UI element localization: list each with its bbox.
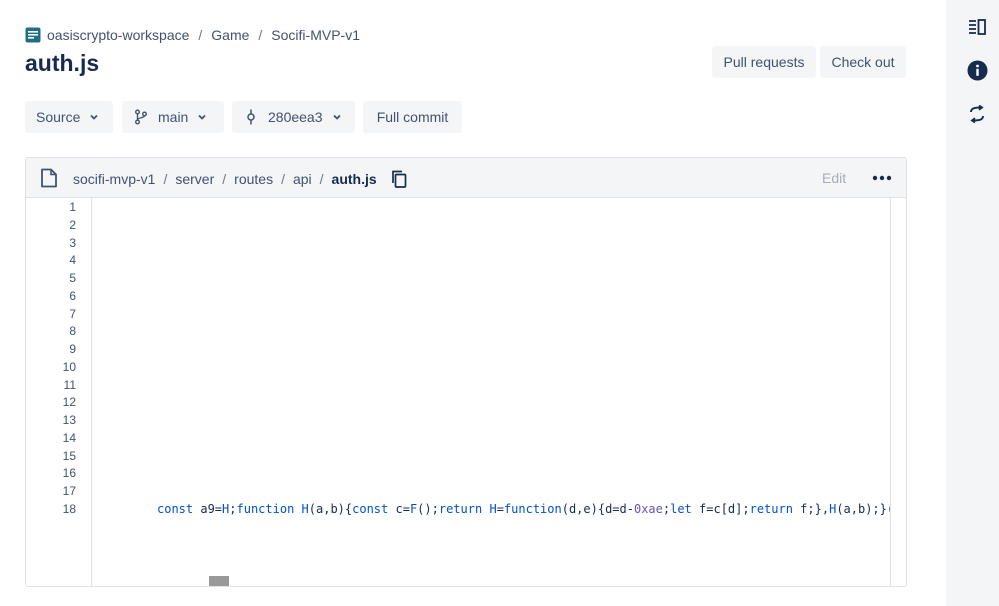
line-number[interactable]: 7 bbox=[36, 307, 76, 321]
code-token: (a,b){ bbox=[308, 501, 353, 516]
line-number[interactable]: 5 bbox=[36, 271, 76, 285]
code-token: H bbox=[301, 501, 309, 516]
source-label: Source bbox=[36, 109, 81, 125]
file-icon bbox=[41, 168, 57, 188]
full-commit-button[interactable]: Full commit bbox=[363, 101, 462, 133]
line-number[interactable]: 16 bbox=[36, 466, 76, 480]
code-token: let bbox=[670, 501, 692, 516]
code-token: (d,e){d=d- bbox=[561, 501, 634, 516]
path-segment[interactable]: api bbox=[293, 171, 312, 187]
code-token: const bbox=[352, 501, 389, 516]
path-separator: / bbox=[319, 171, 324, 187]
page-title: auth.js bbox=[25, 50, 100, 76]
info-icon[interactable] bbox=[966, 59, 988, 81]
line-number-gutter: 1 2 3 4 5 6 7 8 9 10 11 12 13 14 15 16 17 18 bbox=[26, 198, 92, 586]
line-number[interactable]: 1 bbox=[36, 200, 76, 214]
file-path: socifi-mvp-v1 / server / routes / api / … bbox=[73, 170, 407, 188]
code-token: 0xae bbox=[633, 501, 663, 516]
code-token: = bbox=[496, 501, 504, 516]
copy-icon[interactable] bbox=[391, 170, 407, 188]
commit-dropdown[interactable]: 280eea3 bbox=[232, 101, 355, 133]
right-sidebar bbox=[946, 0, 999, 606]
line-number[interactable]: 15 bbox=[36, 449, 76, 463]
path-separator: / bbox=[281, 171, 285, 187]
repo-icon bbox=[25, 27, 41, 43]
code-token: a9= bbox=[193, 501, 223, 516]
file-viewer: socifi-mvp-v1 / server / routes / api / … bbox=[25, 157, 907, 587]
commit-icon bbox=[247, 109, 255, 125]
code-token: (a,b);}( bbox=[836, 501, 890, 516]
branch-label: main bbox=[158, 109, 189, 125]
path-segment[interactable]: server bbox=[175, 171, 214, 187]
line-number[interactable]: 14 bbox=[36, 431, 76, 445]
path-file-name: auth.js bbox=[331, 171, 377, 187]
breadcrumb-separator: / bbox=[258, 27, 263, 43]
line-number[interactable]: 6 bbox=[36, 289, 76, 303]
line-number[interactable]: 3 bbox=[36, 236, 76, 250]
vertical-scrollbar[interactable] bbox=[890, 198, 906, 586]
line-number[interactable]: 4 bbox=[36, 253, 76, 267]
code-token: f;}, bbox=[792, 501, 830, 516]
line-number[interactable]: 2 bbox=[36, 218, 76, 232]
code-area[interactable]: const a9=H;function H(a,b){const c=F();r… bbox=[93, 198, 890, 586]
file-header: socifi-mvp-v1 / server / routes / api / … bbox=[26, 158, 906, 198]
chevron-down-icon bbox=[90, 114, 98, 120]
path-segment[interactable]: socifi-mvp-v1 bbox=[73, 171, 155, 187]
sidebar-toggle-icon[interactable] bbox=[966, 16, 988, 38]
edit-button[interactable]: Edit bbox=[822, 170, 846, 186]
chevron-down-icon bbox=[332, 114, 341, 120]
code-token: function bbox=[236, 501, 295, 516]
code-token: ; bbox=[229, 501, 237, 516]
line-number[interactable]: 18 bbox=[36, 502, 76, 516]
path-separator: / bbox=[222, 171, 227, 187]
line-number[interactable]: 11 bbox=[36, 378, 76, 392]
code-token: return bbox=[438, 501, 483, 516]
source-dropdown[interactable]: Source bbox=[25, 101, 113, 133]
branch-dropdown[interactable]: main bbox=[122, 101, 224, 133]
code-token: function bbox=[503, 501, 562, 516]
check-out-button[interactable]: Check out bbox=[820, 46, 906, 78]
line-number[interactable]: 10 bbox=[36, 360, 76, 374]
line-number[interactable]: 13 bbox=[36, 413, 76, 427]
breadcrumb: oasiscrypto-workspace / Game / Socifi-MV… bbox=[25, 26, 360, 44]
line-number[interactable]: 9 bbox=[36, 342, 76, 356]
code-token: (); bbox=[417, 501, 439, 516]
breadcrumb-project[interactable]: Game bbox=[211, 27, 249, 43]
code-token: return bbox=[749, 501, 793, 516]
code-token: f=c[d]; bbox=[691, 501, 750, 516]
breadcrumb-separator: / bbox=[198, 27, 203, 43]
code-line: const a9=H;function H(a,b){const c=F();r… bbox=[157, 502, 890, 516]
horizontal-scrollbar-thumb[interactable] bbox=[209, 576, 229, 586]
breadcrumb-repo[interactable]: Socifi-MVP-v1 bbox=[271, 27, 360, 43]
main-content: oasiscrypto-workspace / Game / Socifi-MV… bbox=[0, 0, 946, 606]
compare-icon[interactable] bbox=[966, 103, 988, 125]
line-number[interactable]: 8 bbox=[36, 324, 76, 338]
chevron-down-icon bbox=[198, 114, 206, 120]
code-token: c= bbox=[388, 501, 410, 516]
pull-requests-button[interactable]: Pull requests bbox=[712, 46, 816, 78]
path-segment[interactable]: routes bbox=[234, 171, 273, 187]
breadcrumb-workspace[interactable]: oasiscrypto-workspace bbox=[47, 27, 189, 43]
commit-label: 280eea3 bbox=[268, 109, 323, 125]
more-icon[interactable] bbox=[871, 169, 893, 187]
code-token: const bbox=[157, 501, 194, 516]
line-number[interactable]: 12 bbox=[36, 395, 76, 409]
line-number[interactable]: 17 bbox=[36, 484, 76, 498]
code-token: H bbox=[489, 501, 497, 516]
path-separator: / bbox=[163, 171, 168, 187]
branch-icon bbox=[135, 109, 147, 125]
